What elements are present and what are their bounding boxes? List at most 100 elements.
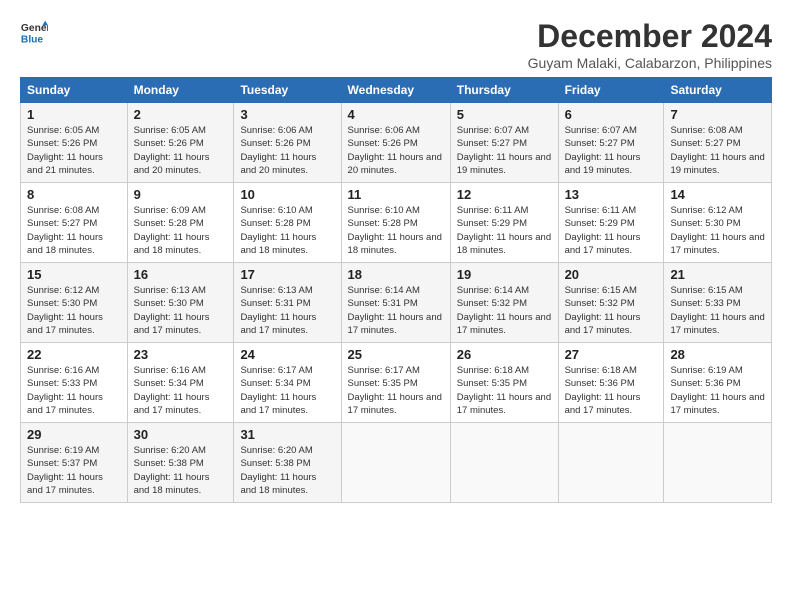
calendar-cell: 16Sunrise: 6:13 AMSunset: 5:30 PMDayligh… [127,263,234,343]
calendar-cell: 5 Sunrise: 6:07 AMSunset: 5:27 PMDaylight… [450,103,558,183]
day-number: 10 [240,187,334,202]
calendar-cell: 25 Sunrise: 6:17 AMSunset: 5:35 PMDayligh… [341,343,450,423]
day-number: 12 [457,187,552,202]
day-number: 13 [565,187,658,202]
day-number: 25 [348,347,444,362]
day-number: 17 [240,267,334,282]
calendar-cell: 7 Sunrise: 6:08 AMSunset: 5:27 PMDaylight… [664,103,772,183]
calendar-week-row: 8 Sunrise: 6:08 AMSunset: 5:27 PMDaylight… [21,183,772,263]
day-number: 8 [27,187,121,202]
day-info: Sunrise: 6:15 AMSunset: 5:33 PMDaylight:… [670,285,764,336]
calendar-cell [664,423,772,503]
day-info: Sunrise: 6:08 AMSunset: 5:27 PMDaylight:… [670,125,764,176]
col-tuesday: Tuesday [234,78,341,103]
day-number: 24 [240,347,334,362]
calendar-cell: 28 Sunrise: 6:19 AMSunset: 5:36 PMDayligh… [664,343,772,423]
calendar-cell: 17Sunrise: 6:13 AMSunset: 5:31 PMDayligh… [234,263,341,343]
day-number: 2 [134,107,228,122]
day-info: Sunrise: 6:05 AMSunset: 5:26 PMDaylight:… [134,125,210,176]
calendar-cell: 9Sunrise: 6:09 AMSunset: 5:28 PMDaylight… [127,183,234,263]
logo: General Blue [20,18,48,46]
day-info: Sunrise: 6:07 AMSunset: 5:27 PMDaylight:… [565,125,641,176]
calendar-cell: 3 Sunrise: 6:06 AMSunset: 5:26 PMDaylight… [234,103,341,183]
day-number: 4 [348,107,444,122]
day-info: Sunrise: 6:20 AMSunset: 5:38 PMDaylight:… [240,445,316,496]
day-number: 7 [670,107,765,122]
day-number: 28 [670,347,765,362]
day-info: Sunrise: 6:10 AMSunset: 5:28 PMDaylight:… [240,205,316,256]
calendar-cell: 12Sunrise: 6:11 AMSunset: 5:29 PMDayligh… [450,183,558,263]
day-info: Sunrise: 6:10 AMSunset: 5:28 PMDaylight:… [348,205,442,256]
calendar-cell: 8 Sunrise: 6:08 AMSunset: 5:27 PMDaylight… [21,183,128,263]
day-number: 14 [670,187,765,202]
calendar-cell: 31 Sunrise: 6:20 AMSunset: 5:38 PMDayligh… [234,423,341,503]
day-info: Sunrise: 6:12 AMSunset: 5:30 PMDaylight:… [27,285,103,336]
day-number: 19 [457,267,552,282]
calendar-cell: 1Sunrise: 6:05 AMSunset: 5:26 PMDaylight… [21,103,128,183]
calendar-cell: 14Sunrise: 6:12 AMSunset: 5:30 PMDayligh… [664,183,772,263]
calendar-week-row: 29 Sunrise: 6:19 AMSunset: 5:37 PMDayligh… [21,423,772,503]
svg-text:Blue: Blue [21,34,44,45]
day-info: Sunrise: 6:19 AMSunset: 5:37 PMDaylight:… [27,445,103,496]
day-info: Sunrise: 6:06 AMSunset: 5:26 PMDaylight:… [240,125,316,176]
col-saturday: Saturday [664,78,772,103]
day-number: 23 [134,347,228,362]
calendar-cell: 6 Sunrise: 6:07 AMSunset: 5:27 PMDaylight… [558,103,664,183]
col-wednesday: Wednesday [341,78,450,103]
calendar-cell: 2 Sunrise: 6:05 AMSunset: 5:26 PMDaylight… [127,103,234,183]
calendar-cell [558,423,664,503]
location-title: Guyam Malaki, Calabarzon, Philippines [528,55,772,71]
col-thursday: Thursday [450,78,558,103]
day-info: Sunrise: 6:17 AMSunset: 5:34 PMDaylight:… [240,365,316,416]
calendar-cell: 20 Sunrise: 6:15 AMSunset: 5:32 PMDayligh… [558,263,664,343]
calendar-cell: 15 Sunrise: 6:12 AMSunset: 5:30 PMDayligh… [21,263,128,343]
calendar-week-row: 22 Sunrise: 6:16 AMSunset: 5:33 PMDayligh… [21,343,772,423]
day-number: 26 [457,347,552,362]
day-number: 5 [457,107,552,122]
day-info: Sunrise: 6:16 AMSunset: 5:34 PMDaylight:… [134,365,210,416]
day-number: 20 [565,267,658,282]
day-number: 15 [27,267,121,282]
calendar-cell: 18 Sunrise: 6:14 AMSunset: 5:31 PMDayligh… [341,263,450,343]
day-info: Sunrise: 6:18 AMSunset: 5:36 PMDaylight:… [565,365,641,416]
day-info: Sunrise: 6:14 AMSunset: 5:32 PMDaylight:… [457,285,551,336]
calendar-cell [341,423,450,503]
calendar-cell: 13Sunrise: 6:11 AMSunset: 5:29 PMDayligh… [558,183,664,263]
col-sunday: Sunday [21,78,128,103]
day-info: Sunrise: 6:19 AMSunset: 5:36 PMDaylight:… [670,365,764,416]
calendar-cell: 26Sunrise: 6:18 AMSunset: 5:35 PMDayligh… [450,343,558,423]
calendar-cell: 24 Sunrise: 6:17 AMSunset: 5:34 PMDayligh… [234,343,341,423]
day-number: 1 [27,107,121,122]
calendar-week-row: 1 Sunrise: 6:05 AMSunset: 5:26 PMDaylight… [21,103,772,183]
day-number: 31 [240,427,334,442]
day-info: Sunrise: 6:08 AMSunset: 5:27 PMDaylight:… [27,205,103,256]
day-number: 16 [134,267,228,282]
col-friday: Friday [558,78,664,103]
calendar-cell: 10 Sunrise: 6:10 AMSunset: 5:28 PMDayligh… [234,183,341,263]
day-info: Sunrise: 6:14 AMSunset: 5:31 PMDaylight:… [348,285,442,336]
day-info: Sunrise: 6:17 AMSunset: 5:35 PMDaylight:… [348,365,442,416]
day-number: 18 [348,267,444,282]
day-info: Sunrise: 6:09 AMSunset: 5:28 PMDaylight:… [134,205,210,256]
calendar-cell: 22 Sunrise: 6:16 AMSunset: 5:33 PMDayligh… [21,343,128,423]
calendar-cell: 19 Sunrise: 6:14 AMSunset: 5:32 PMDayligh… [450,263,558,343]
day-info: Sunrise: 6:16 AMSunset: 5:33 PMDaylight:… [27,365,103,416]
day-number: 29 [27,427,121,442]
month-title: December 2024 [528,18,772,55]
calendar-cell [450,423,558,503]
calendar-table: Sunday Monday Tuesday Wednesday Thursday… [20,77,772,503]
calendar-cell: 23 Sunrise: 6:16 AMSunset: 5:34 PMDayligh… [127,343,234,423]
day-number: 11 [348,187,444,202]
day-number: 21 [670,267,765,282]
day-number: 22 [27,347,121,362]
day-number: 3 [240,107,334,122]
day-info: Sunrise: 6:15 AMSunset: 5:32 PMDaylight:… [565,285,641,336]
day-info: Sunrise: 6:20 AMSunset: 5:38 PMDaylight:… [134,445,210,496]
day-info: Sunrise: 6:07 AMSunset: 5:27 PMDaylight:… [457,125,551,176]
col-monday: Monday [127,78,234,103]
day-number: 30 [134,427,228,442]
day-info: Sunrise: 6:06 AMSunset: 5:26 PMDaylight:… [348,125,442,176]
day-number: 6 [565,107,658,122]
title-area: December 2024 Guyam Malaki, Calabarzon, … [528,18,772,71]
calendar-cell: 21 Sunrise: 6:15 AMSunset: 5:33 PMDayligh… [664,263,772,343]
